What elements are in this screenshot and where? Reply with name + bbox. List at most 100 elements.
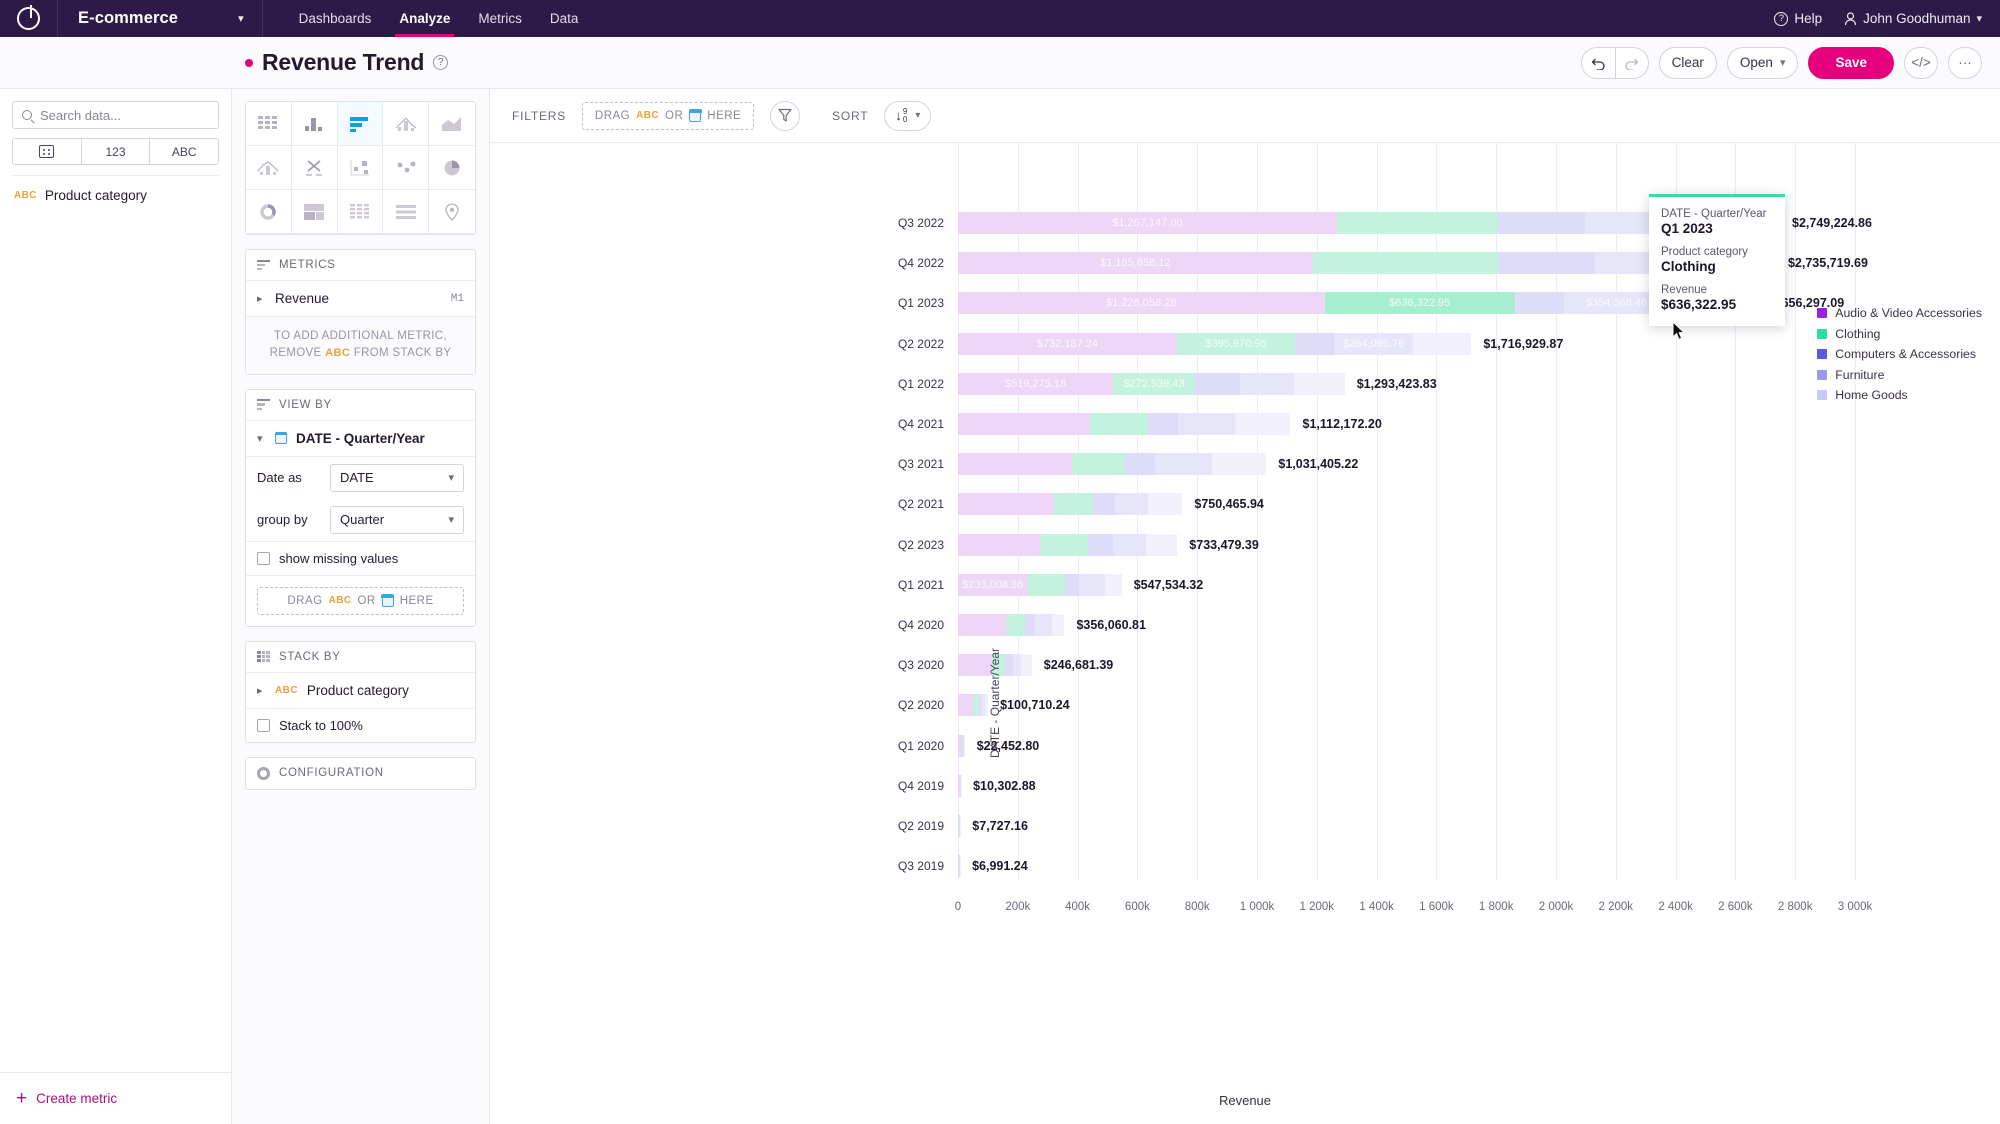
help-button[interactable]: ? Help	[1774, 11, 1822, 26]
bar-segment[interactable]: $233,008.36	[958, 574, 1028, 596]
chart-type-table[interactable]	[246, 102, 292, 146]
bar-segment[interactable]	[1148, 493, 1183, 515]
stack-to-100-checkbox[interactable]	[257, 719, 270, 732]
stack-to-100-row[interactable]: Stack to 100%	[246, 709, 475, 742]
undo-button[interactable]	[1581, 47, 1615, 79]
bar-stack[interactable]	[958, 694, 988, 716]
chart-type-scatter-x[interactable]	[292, 146, 338, 190]
chart-type-treemap[interactable]	[292, 190, 338, 234]
bar-segment[interactable]	[1105, 574, 1121, 596]
bar-segment[interactable]	[958, 413, 1090, 435]
bar-segment[interactable]	[1072, 453, 1126, 475]
bar-segment[interactable]	[958, 453, 1072, 475]
date-as-select[interactable]: DATE ▾	[330, 464, 464, 492]
chart-type-column[interactable]	[292, 102, 338, 146]
show-missing-values-checkbox[interactable]	[257, 552, 270, 565]
save-button[interactable]: Save	[1808, 47, 1894, 79]
bar-segment[interactable]	[1005, 654, 1013, 676]
clear-button[interactable]: Clear	[1659, 47, 1717, 79]
legend-item[interactable]: Furniture	[1817, 365, 1982, 386]
chart-type-pie[interactable]	[429, 146, 475, 190]
bar-segment[interactable]	[1093, 493, 1115, 515]
legend-item[interactable]: Computers & Accessories	[1817, 344, 1982, 365]
bar-segment[interactable]	[1155, 453, 1212, 475]
chart-type-bubble[interactable]	[338, 146, 384, 190]
bar-segment[interactable]	[1065, 574, 1079, 596]
bar-segment[interactable]	[1294, 373, 1344, 395]
bar-segment[interactable]	[958, 614, 1007, 636]
chart-type-combo[interactable]	[383, 102, 429, 146]
bar-stack[interactable]	[958, 815, 960, 837]
show-missing-values-row[interactable]: show missing values	[246, 541, 475, 575]
nav-item-analyze[interactable]: Analyze	[385, 0, 464, 37]
nav-item-metrics[interactable]: Metrics	[464, 0, 536, 37]
bar-segment[interactable]	[1212, 453, 1266, 475]
viewby-field-date[interactable]: ▾ DATE - Quarter/Year	[246, 421, 475, 457]
chart-type-heatmap-table[interactable]	[338, 190, 384, 234]
nav-item-data[interactable]: Data	[536, 0, 593, 37]
create-metric-button[interactable]: + Create metric	[0, 1072, 231, 1124]
bar-segment[interactable]	[1021, 654, 1031, 676]
legend-item[interactable]: Clothing	[1817, 324, 1982, 345]
bar-segment[interactable]	[1052, 614, 1065, 636]
bar-segment[interactable]	[958, 534, 1040, 556]
bar-segment[interactable]: $272,539.43	[1113, 373, 1194, 395]
bar-segment[interactable]	[1007, 614, 1025, 636]
data-field-product-category[interactable]: ABC Product category	[12, 176, 219, 215]
user-menu[interactable]: John Goodhuman ▾	[1844, 11, 1982, 26]
redo-button[interactable]	[1615, 47, 1649, 79]
viewby-dropzone[interactable]: DRAG ABC OR HERE	[246, 575, 475, 626]
bar-segment[interactable]	[1240, 373, 1295, 395]
bar-segment[interactable]	[1125, 453, 1155, 475]
legend-item[interactable]: Home Goods	[1817, 385, 1982, 406]
bar-stack[interactable]	[958, 534, 1177, 556]
chart-type-kpi-list[interactable]	[383, 190, 429, 234]
bar-segment[interactable]	[1235, 413, 1290, 435]
filter-number-fields[interactable]: 123	[82, 139, 151, 164]
bar-segment[interactable]	[1497, 212, 1584, 234]
bar-segment[interactable]	[1515, 292, 1564, 314]
bar-segment[interactable]: $264,095.76	[1334, 333, 1413, 355]
bar-stack[interactable]	[958, 775, 961, 797]
bar-segment[interactable]: $1,267,147.00	[958, 212, 1337, 234]
chart-type-map[interactable]	[429, 190, 475, 234]
bar-segment[interactable]	[1040, 534, 1088, 556]
page-help-icon[interactable]: ?	[433, 55, 448, 70]
chart-type-waterfall[interactable]	[246, 146, 292, 190]
bar-segment[interactable]	[1499, 252, 1594, 274]
bar-stack[interactable]	[958, 855, 960, 877]
bar-stack[interactable]: $1,226,058.28$636,322.95$354,368.46$272,…	[958, 292, 1752, 314]
bar-segment[interactable]	[1313, 252, 1500, 274]
nav-item-dashboards[interactable]: Dashboards	[285, 0, 386, 37]
filter-text-fields[interactable]: ABC	[150, 139, 218, 164]
bar-segment[interactable]	[1035, 614, 1051, 636]
bar-stack[interactable]: $233,008.36	[958, 574, 1122, 596]
bar-segment[interactable]: $1,226,058.28	[958, 292, 1325, 314]
bar-stack[interactable]: $519,275.18$272,539.43	[958, 373, 1345, 395]
bar-segment[interactable]	[1178, 413, 1235, 435]
configuration-card[interactable]: CONFIGURATION	[245, 757, 476, 790]
bar-segment[interactable]: $636,322.95	[1325, 292, 1515, 314]
bar-segment[interactable]	[1295, 333, 1334, 355]
project-selector[interactable]: E-commerce ▾	[58, 0, 263, 37]
chart-type-donut[interactable]	[246, 190, 292, 234]
bar-segment[interactable]	[964, 735, 965, 757]
bar-segment[interactable]	[1013, 654, 1021, 676]
bar-segment[interactable]	[1146, 534, 1177, 556]
chart-type-dot-plot[interactable]	[383, 146, 429, 190]
bar-segment[interactable]	[1088, 534, 1113, 556]
bar-segment[interactable]	[958, 694, 973, 716]
stackby-field-product-category[interactable]: ▸ ABC Product category	[246, 673, 475, 709]
bar-stack[interactable]	[958, 413, 1290, 435]
filter-all-fields[interactable]	[13, 139, 82, 164]
app-logo[interactable]	[0, 0, 58, 37]
more-options-button[interactable]: ···	[1948, 47, 1982, 79]
bar-segment[interactable]	[1148, 413, 1178, 435]
bar-segment[interactable]	[1079, 574, 1105, 596]
bar-segment[interactable]	[1090, 413, 1148, 435]
search-input[interactable]	[40, 108, 209, 123]
bar-segment[interactable]	[1337, 212, 1497, 234]
bar-segment[interactable]	[1115, 493, 1148, 515]
embed-code-button[interactable]: </>	[1904, 47, 1938, 79]
bar-segment[interactable]	[1413, 333, 1471, 355]
